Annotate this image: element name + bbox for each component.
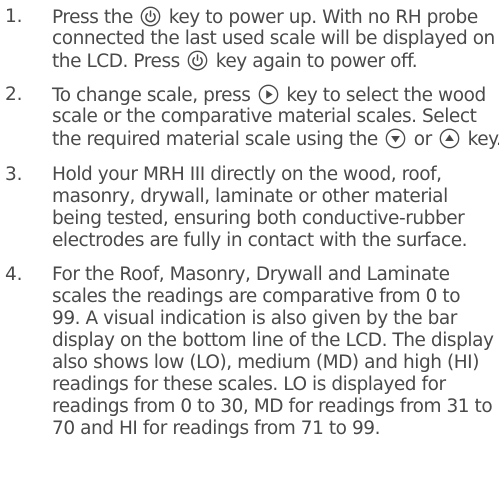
step-number: 2. — [5, 84, 23, 105]
text-line: readings for these scales. LO is display… — [52, 374, 446, 395]
text-line: the LCD. Press key again to power off. — [52, 50, 418, 72]
play-right-icon — [258, 84, 279, 105]
step-number: 1. — [5, 6, 23, 27]
text-line: being tested, ensuring both conductive-r… — [52, 208, 465, 229]
text-line: scale or the comparative material scales… — [52, 106, 477, 127]
arrow-down-icon — [385, 128, 406, 149]
text-line: masonry, drywall, laminate or other mate… — [52, 186, 448, 207]
step-number: 4. — [5, 264, 23, 285]
power-icon — [187, 50, 208, 71]
power-icon — [140, 6, 161, 27]
text-line: scales the readings are comparative from… — [52, 286, 461, 307]
text-line: display on the bottom line of the LCD. T… — [52, 330, 494, 351]
arrow-up-icon — [439, 128, 460, 149]
text-line: 99. A visual indication is also given by… — [52, 308, 457, 329]
instruction-list: 1. Press the key to power up. With no RH… — [0, 0, 499, 480]
step-number: 3. — [5, 164, 23, 185]
text-line: the required material scale using the or… — [52, 128, 499, 150]
text-line: 70 and HI for readings from 71 to 99. — [52, 418, 381, 439]
text-line: Hold your MRH III directly on the wood, … — [52, 164, 442, 185]
text-line: Press the key to power up. With no RH pr… — [52, 6, 478, 28]
text-line: connected the last used scale will be di… — [52, 28, 495, 49]
text-line: For the Roof, Masonry, Drywall and Lamin… — [52, 264, 450, 285]
text-line: To change scale, press key to select the… — [52, 84, 486, 106]
text-line: electrodes are fully in contact with the… — [52, 230, 468, 251]
text-line: also shows low (LO), medium (MD) and hig… — [52, 352, 479, 373]
text-line: readings from 0 to 30, MD for readings f… — [52, 396, 493, 417]
